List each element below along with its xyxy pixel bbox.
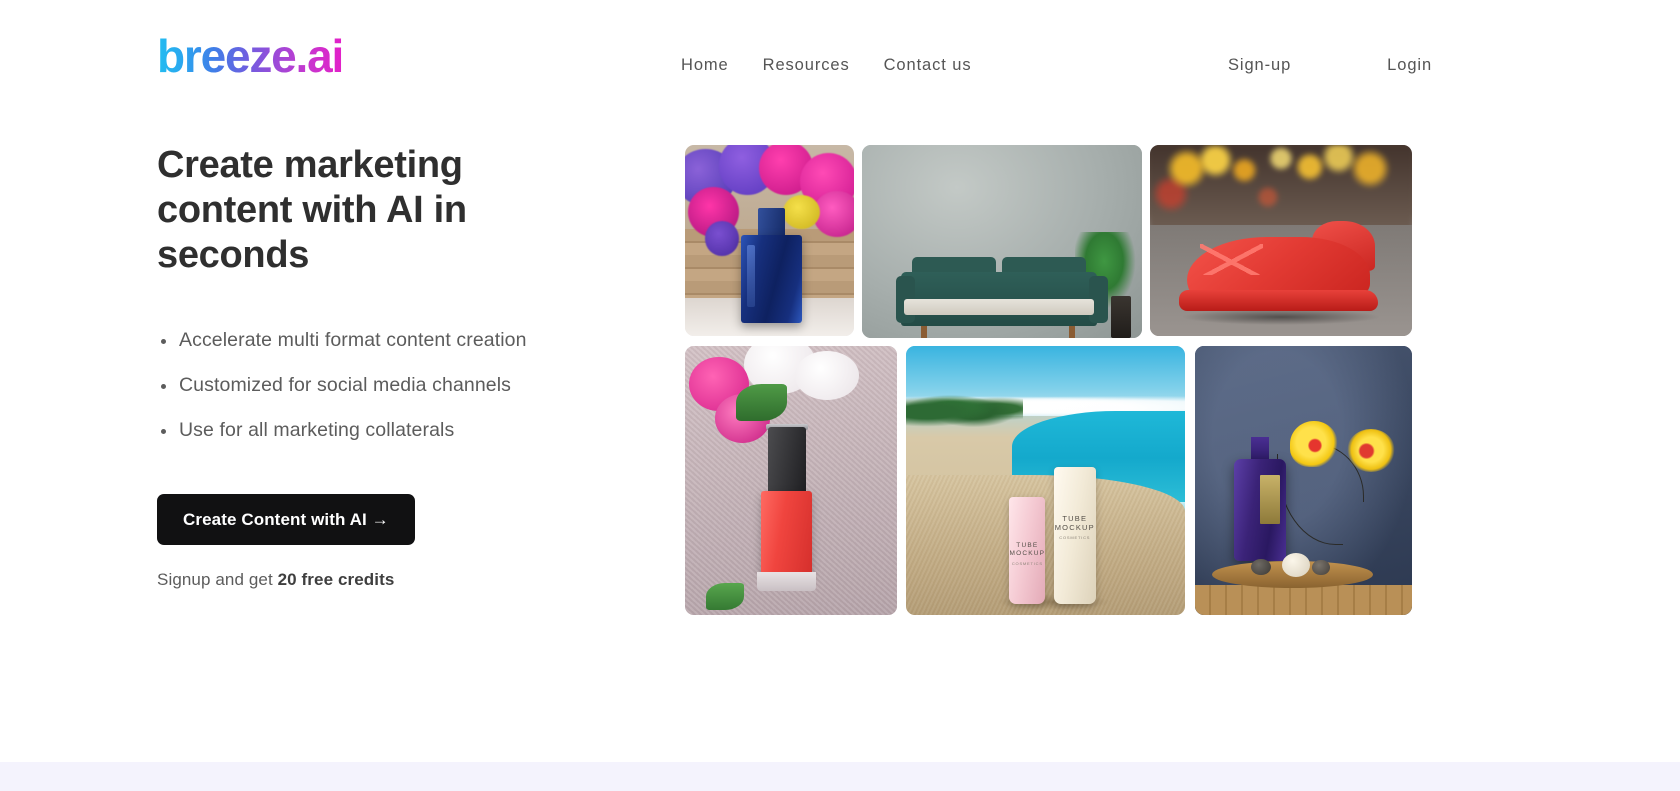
cream-tube-label-line2: MOCKUP <box>1054 523 1095 533</box>
white-flower <box>795 351 859 400</box>
artwork-orchid-bottle <box>1195 346 1412 615</box>
page-title: Create marketing content with AI in seco… <box>157 144 467 276</box>
pink-tube-sublabel: COSMETICS <box>1011 561 1043 567</box>
primary-navigation: Home Resources Contact us <box>681 56 971 75</box>
nav-link-sign-up[interactable]: Sign-up <box>1228 56 1291 75</box>
nav-link-contact-us[interactable]: Contact us <box>884 56 972 75</box>
signup-credits-note: Signup and get 20 free credits <box>157 570 394 590</box>
palm-trees <box>906 389 1024 427</box>
cream-tube-sublabel: COSMETICS <box>1059 535 1091 541</box>
artwork-nail-polish <box>685 346 897 615</box>
polish-cap <box>767 426 806 497</box>
gallery-image-cosmetic-tubes-on-beach[interactable]: TUBE MOCKUP COSMETICS TUBE MOCKUP COSMET… <box>906 346 1185 615</box>
polish-bottle-base <box>757 571 817 591</box>
shoe-shadow <box>1181 309 1381 325</box>
flower-blob <box>783 194 821 230</box>
artwork-beach-tubes: TUBE MOCKUP COSMETICS TUBE MOCKUP COSMET… <box>906 346 1185 615</box>
artwork-sofa <box>862 145 1142 338</box>
wooden-plank <box>1195 585 1412 615</box>
nav-link-resources[interactable]: Resources <box>763 56 850 75</box>
gallery-image-red-sneaker-on-street[interactable] <box>1150 145 1412 336</box>
cream-tube-label-line1: TUBE <box>1062 513 1088 523</box>
hero-copy: Create marketing content with AI in seco… <box>157 143 627 453</box>
gallery-image-purple-bottle-with-orchid[interactable] <box>1195 346 1412 615</box>
bokeh-city-lights <box>1150 145 1412 230</box>
sofa-seat-cushion <box>904 299 1095 315</box>
yellow-orchid-flower <box>1290 421 1339 468</box>
bottle-label <box>1260 475 1280 524</box>
list-item: Use for all marketing collaterals <box>157 408 627 453</box>
cream-tube-label: TUBE MOCKUP COSMETICS <box>1054 514 1096 541</box>
list-item: Accelerate multi format content creation <box>157 318 627 363</box>
auth-navigation: Sign-up Login <box>1228 56 1432 75</box>
nav-link-home[interactable]: Home <box>681 56 729 75</box>
gallery-image-teal-sofa-in-gray-room[interactable] <box>862 145 1142 338</box>
artwork-perfume <box>685 145 854 336</box>
pink-tube-label-line2: MOCKUP <box>1009 549 1046 557</box>
bottle-cap <box>757 208 785 239</box>
leaf <box>706 582 745 610</box>
gallery-image-red-nail-polish-with-flowers[interactable] <box>685 346 897 615</box>
list-item: Customized for social media channels <box>157 363 627 408</box>
sneaker-sole <box>1178 290 1378 312</box>
pink-tube-label-line1: TUBE <box>1016 541 1039 549</box>
signup-note-credits: 20 free credits <box>277 570 395 589</box>
create-content-with-ai-button[interactable]: Create Content with AI → <box>157 494 415 545</box>
signup-note-prefix: Signup and get <box>157 570 278 589</box>
plant-pot <box>1111 295 1131 338</box>
footer-section-band <box>0 762 1680 791</box>
gallery-image-blue-perfume-bottle-with-flowers[interactable] <box>685 145 854 336</box>
site-header: breeze.ai Home Resources Contact us Sign… <box>0 0 1680 118</box>
pebble <box>1312 559 1330 575</box>
artwork-sneaker <box>1150 145 1412 336</box>
cream-cosmetic-tube: TUBE MOCKUP COSMETICS <box>1053 467 1096 605</box>
flower-blob <box>705 221 740 256</box>
hero-feature-list: Accelerate multi format content creation… <box>157 318 627 453</box>
brand-logo[interactable]: breeze.ai <box>157 33 344 79</box>
leaf <box>735 383 787 422</box>
sneaker-laces <box>1199 244 1263 275</box>
pink-tube-label: TUBE MOCKUP COSMETICS <box>1009 542 1045 566</box>
yellow-orchid-flower <box>1346 429 1395 473</box>
pebble <box>1251 558 1271 575</box>
landing-page: breeze.ai Home Resources Contact us Sign… <box>0 0 1680 791</box>
perfume-bottle <box>740 234 802 323</box>
nav-link-login[interactable]: Login <box>1387 56 1432 75</box>
nail-polish-bottle <box>761 491 813 578</box>
hero-image-gallery: TUBE MOCKUP COSMETICS TUBE MOCKUP COSMET… <box>685 145 1412 615</box>
pink-cosmetic-tube: TUBE MOCKUP COSMETICS <box>1009 496 1046 605</box>
